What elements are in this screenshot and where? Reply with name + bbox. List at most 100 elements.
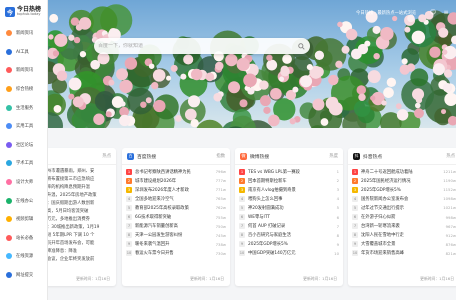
category-icon — [6, 104, 12, 111]
sidebar-item[interactable]: 实用工具 — [0, 117, 47, 136]
card-title[interactable]: 百度热搜 — [137, 153, 213, 160]
hot-item[interactable]: 7 何首 AUP 打破记录 7 — [239, 222, 339, 231]
news-item[interactable]: 升温，2025年房地产政策 — [47, 192, 111, 200]
hot-item[interactable]: 10 春运火车票今日开售 730w — [126, 249, 226, 258]
hot-item[interactable]: 9 暖冬来袭气温回升 738w — [126, 240, 226, 249]
hot-item-title: 春运火车票今日开售 — [135, 251, 174, 257]
news-item[interactable]: 会议，企业年终奖发放前 — [47, 256, 111, 264]
sidebar-item[interactable]: 综合热榜 — [0, 80, 47, 99]
sidebar-item[interactable]: 站长必备 — [0, 229, 47, 248]
news-item[interactable]: 降准降息：降准 — [47, 248, 111, 256]
baidu-icon: 百 — [127, 152, 134, 160]
hot-item-title: 喂狗头上怎么回事 — [248, 196, 283, 202]
hot-item[interactable]: 1 TES vs WBG LPL第一赛段 1 — [239, 167, 339, 176]
category-icon — [6, 179, 12, 186]
hot-item[interactable]: 2 2025年国民经济运行情况 1190w — [352, 176, 456, 185]
news-item[interactable]: ：30城推出新政策，1月19 — [47, 224, 111, 232]
hot-item[interactable]: 3 深圳发布2026年度人才新政 771w — [126, 185, 226, 194]
sidebar-item[interactable]: AI工具 — [0, 43, 47, 62]
sidebar-item[interactable]: 网址提交 — [0, 266, 47, 285]
hot-item[interactable]: 6 WE零与ITT 6 — [239, 212, 339, 221]
sidebar-item[interactable]: 设计大师 — [0, 173, 47, 192]
news-item[interactable]: 州市遭遇暴雨，郑州、安 — [47, 168, 111, 176]
rank-badge: 2 — [352, 177, 358, 184]
sidebar-item[interactable]: 生活服务 — [0, 98, 47, 117]
hot-item-title: 在外游子归心似箭 — [361, 215, 396, 221]
hot-item[interactable]: 1 总书记考察陕西讲话精神为民 796w — [126, 167, 226, 176]
rank-badge: 6 — [126, 214, 132, 221]
news-item[interactable]: ：国庆假期出游人数创新 — [47, 200, 111, 208]
news-item[interactable]: 率的机构降息预期升温 — [47, 184, 111, 192]
hot-item[interactable]: 2 回本首期特斯拉新车 2 — [239, 176, 339, 185]
hot-item-title: 总书记考察陕西讲话精神为民 — [135, 169, 191, 175]
news-item[interactable]: 将布置接第三市应急响应 — [47, 176, 111, 184]
rank-badge: 4 — [239, 195, 245, 202]
hot-item[interactable]: 9 2025年GDP增长5% 9 — [239, 240, 339, 249]
sidebar-item-label: 网址提交 — [16, 273, 34, 279]
hot-item[interactable]: 6 6G技术取得新突破 755w — [126, 212, 226, 221]
hot-item-title: TES vs WBG LPL第一赛段 — [248, 169, 300, 175]
category-icon — [6, 30, 12, 37]
hot-item[interactable]: 1 神舟二十号返回舱成功着陆 1211w — [352, 167, 456, 176]
site-logo[interactable]: 今 今日热榜 tophub.today — [0, 0, 47, 24]
hot-item-value: 1098w — [443, 196, 456, 202]
category-icon — [6, 86, 12, 93]
news-item[interactable]: 员开年首场发布会，可能 — [47, 240, 111, 248]
douyin-icon: 抖 — [353, 152, 360, 160]
sidebar-item[interactable]: 社区论坛 — [0, 136, 47, 155]
hot-item-value: 745w — [215, 232, 226, 238]
menu-icon[interactable]: ≡ — [442, 8, 450, 16]
hot-item[interactable]: 5 神20发射圆满成功 5 — [239, 203, 339, 212]
hot-item[interactable]: 10 中国GDP突破140万亿元 10 — [239, 249, 339, 258]
hot-item[interactable]: 3 南京有人vlog拍摄到奇景 3 — [239, 185, 339, 194]
hot-item[interactable]: 8 百小百研究与家庭生活 8 — [239, 231, 339, 240]
hot-item[interactable]: 5 教育部2025年高校录取政策 762w — [126, 203, 226, 212]
card-title[interactable]: 抖音热点 — [363, 153, 443, 160]
sidebar-item[interactable]: 在线资源 — [0, 247, 47, 266]
hot-item[interactable]: 5 过年过节交通出行提示 1021w — [352, 203, 456, 212]
hot-item[interactable]: 7 新能源汽车销量创新高 750w — [126, 222, 226, 231]
card-metric-label: 热度 — [329, 154, 338, 159]
douyin-hot-list: 1 神舟二十号返回舱成功着陆 1211w 2 2025年国民经济运行情况 1190w 3 20… — [348, 165, 456, 260]
news-item[interactable]: 万元，多地推出消费券 — [47, 216, 111, 224]
sidebar-item[interactable]: 新闻资讯 — [0, 61, 47, 80]
hot-item-value: 1 — [336, 169, 339, 175]
hot-item-value: 777w — [215, 178, 226, 184]
hot-item[interactable]: 4 喂狗头上怎么回事 4 — [239, 194, 339, 203]
sidebar-item[interactable]: 新闻资讯 — [0, 24, 47, 43]
user-icon[interactable]: ☺ — [429, 8, 437, 16]
rank-badge: 7 — [126, 223, 132, 230]
hot-item-title: 何首 AUP 打破记录 — [248, 224, 286, 230]
hot-item[interactable]: 3 2025年GDP增长5% 1152w — [352, 185, 456, 194]
rank-badge: 9 — [239, 241, 245, 248]
hot-item[interactable]: 8 沈阳人民在雪地中行走 912w — [352, 231, 456, 240]
hot-item[interactable]: 7 台湾新一轮寒流来袭 967w — [352, 222, 456, 231]
hot-item[interactable]: 4 国务院新闻办公室发布会 1098w — [352, 194, 456, 203]
sidebar-item[interactable]: 视频剪辑 — [0, 210, 47, 229]
hot-item[interactable]: 9 大雪覆盖城市全景 876w — [352, 240, 456, 249]
news-item[interactable]: 短 5年期LPR 下调 10 个 — [47, 232, 111, 240]
hot-item[interactable]: 6 在外游子归心似箭 998w — [352, 212, 456, 221]
search-input[interactable] — [98, 43, 296, 49]
hot-item-value: 998w — [445, 214, 456, 220]
news-item[interactable]: 高，5月日均客流突破 — [47, 208, 111, 216]
search-icon[interactable] — [296, 41, 306, 51]
hot-item[interactable]: 4 全国多地迎来冷空气 765w — [126, 194, 226, 203]
sidebar-item[interactable]: 在线办公 — [0, 191, 47, 210]
hot-item[interactable]: 8 天津一公园发生游客纠纷 745w — [126, 231, 226, 240]
hot-item-value: 4 — [336, 196, 339, 202]
baidu-hot-list: 1 总书记考察陕西讲话精神为民 796w 2 城市建设规划2026年 777w 3 深圳发布2… — [122, 165, 230, 260]
rank-badge: 8 — [352, 232, 358, 239]
sidebar-item-label: 新闻资讯 — [16, 31, 34, 37]
card-head-label: 热点 — [102, 154, 111, 159]
hot-item-value: 3 — [336, 187, 339, 193]
card-title[interactable]: 微博热搜 — [250, 153, 326, 160]
hot-item[interactable]: 2 城市建设规划2026年 777w — [126, 176, 226, 185]
sidebar-item[interactable]: 学术工具 — [0, 154, 47, 173]
hot-item-value: 1211w — [443, 169, 456, 175]
hot-item[interactable]: 10 年货市场迎来销售高峰 821w — [352, 249, 456, 258]
sidebar-item-label: 综合热榜 — [16, 87, 34, 93]
rank-badge: 5 — [352, 204, 358, 211]
hot-item-value: 750w — [215, 223, 226, 229]
sidebar-item-label: 社区论坛 — [16, 142, 34, 148]
